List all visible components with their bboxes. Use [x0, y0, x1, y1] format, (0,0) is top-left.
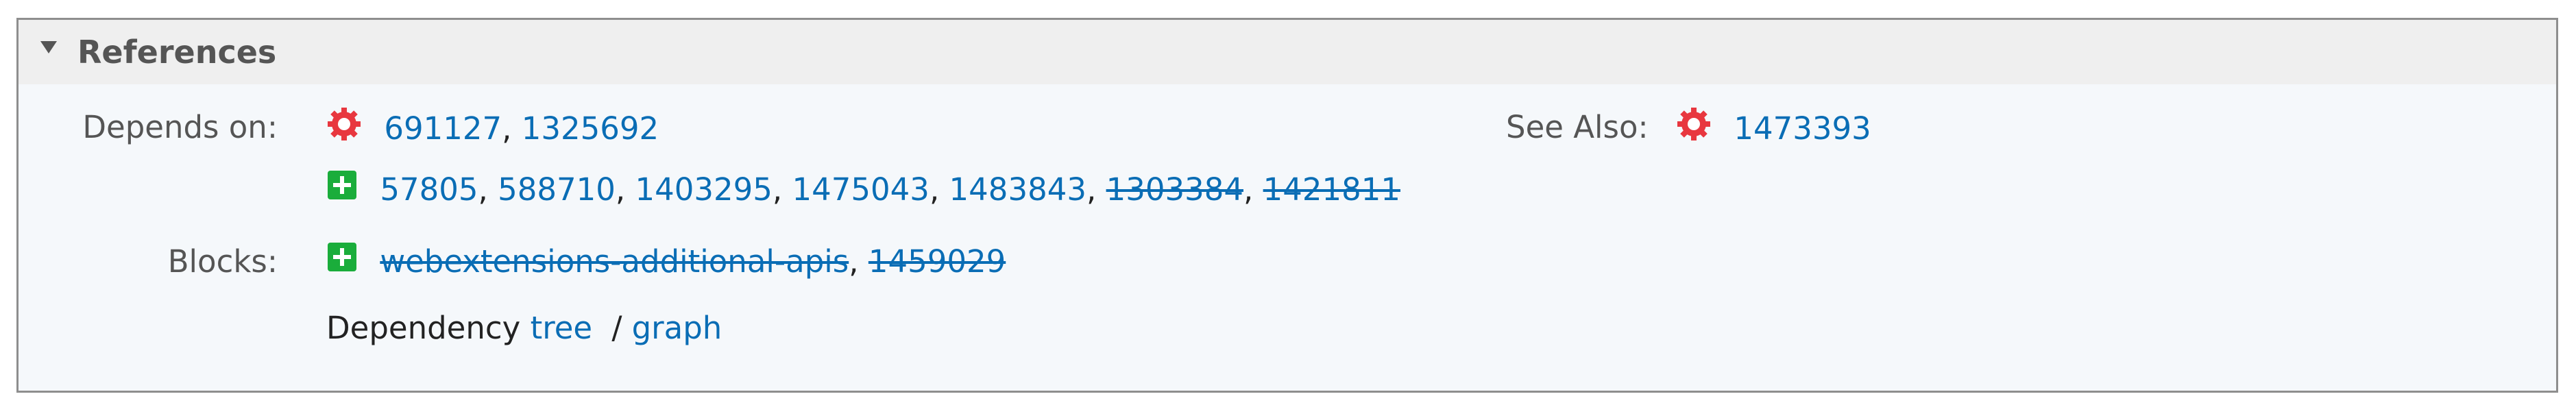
bug-ref-link[interactable]: 57805	[380, 171, 478, 208]
ref-separator: ,	[1086, 171, 1106, 208]
plus-square-icon	[326, 169, 358, 209]
dependency-graph-link[interactable]: graph	[632, 310, 722, 346]
section-title: References	[77, 34, 277, 71]
bug-ref-link[interactable]: 691127	[384, 110, 502, 147]
blocks-refs: webextensions-additional-apis, 1459029	[326, 243, 1006, 284]
references-panel: References Depends on: 691127, 1325692 5…	[16, 18, 2558, 393]
depends-on-firefox-refs: 691127, 1325692	[326, 106, 659, 153]
collapse-triangle-icon[interactable]	[40, 41, 57, 53]
plus-square-icon	[326, 241, 358, 281]
dependency-separator: /	[611, 310, 622, 346]
bug-ref-link[interactable]: 1403295	[635, 171, 772, 208]
ref-separator: ,	[1243, 171, 1263, 208]
bug-ref-link[interactable]: 1303384	[1106, 171, 1243, 208]
bug-ref-link[interactable]: webextensions-additional-apis	[380, 243, 849, 280]
bug-ref-link[interactable]: 1325692	[522, 110, 659, 147]
bug-ref-link[interactable]: 588710	[498, 171, 616, 208]
blocks-label: Blocks:	[167, 243, 278, 280]
bug-ref-link[interactable]: 1459029	[868, 243, 1006, 280]
ref-separator: ,	[849, 243, 868, 280]
ref-separator: ,	[502, 110, 522, 147]
depends-on-label: Depends on:	[82, 109, 278, 145]
dependency-links-row: Dependency tree / graph	[326, 310, 722, 347]
see-also-refs: 1473393	[1676, 106, 1871, 153]
see-also-label: See Also:	[1506, 109, 1649, 145]
bug-ref-link[interactable]: 1473393	[1734, 110, 1871, 147]
bug-ref-link[interactable]: 1475043	[792, 171, 929, 208]
gear-badge-icon	[1676, 106, 1712, 150]
ref-separator: ,	[478, 171, 498, 208]
ref-separator: ,	[929, 171, 949, 208]
ref-separator: ,	[615, 171, 635, 208]
depends-on-other-refs: 57805, 588710, 1403295, 1475043, 1483843…	[326, 171, 1400, 212]
references-header[interactable]: References	[19, 20, 2556, 84]
dependency-prefix: Dependency	[326, 310, 521, 346]
bug-ref-link[interactable]: 1421811	[1263, 171, 1400, 208]
ref-separator: ,	[772, 171, 792, 208]
dependency-tree-link[interactable]: tree	[531, 310, 593, 346]
bug-ref-link[interactable]: 1483843	[949, 171, 1086, 208]
gear-badge-icon	[326, 106, 362, 150]
